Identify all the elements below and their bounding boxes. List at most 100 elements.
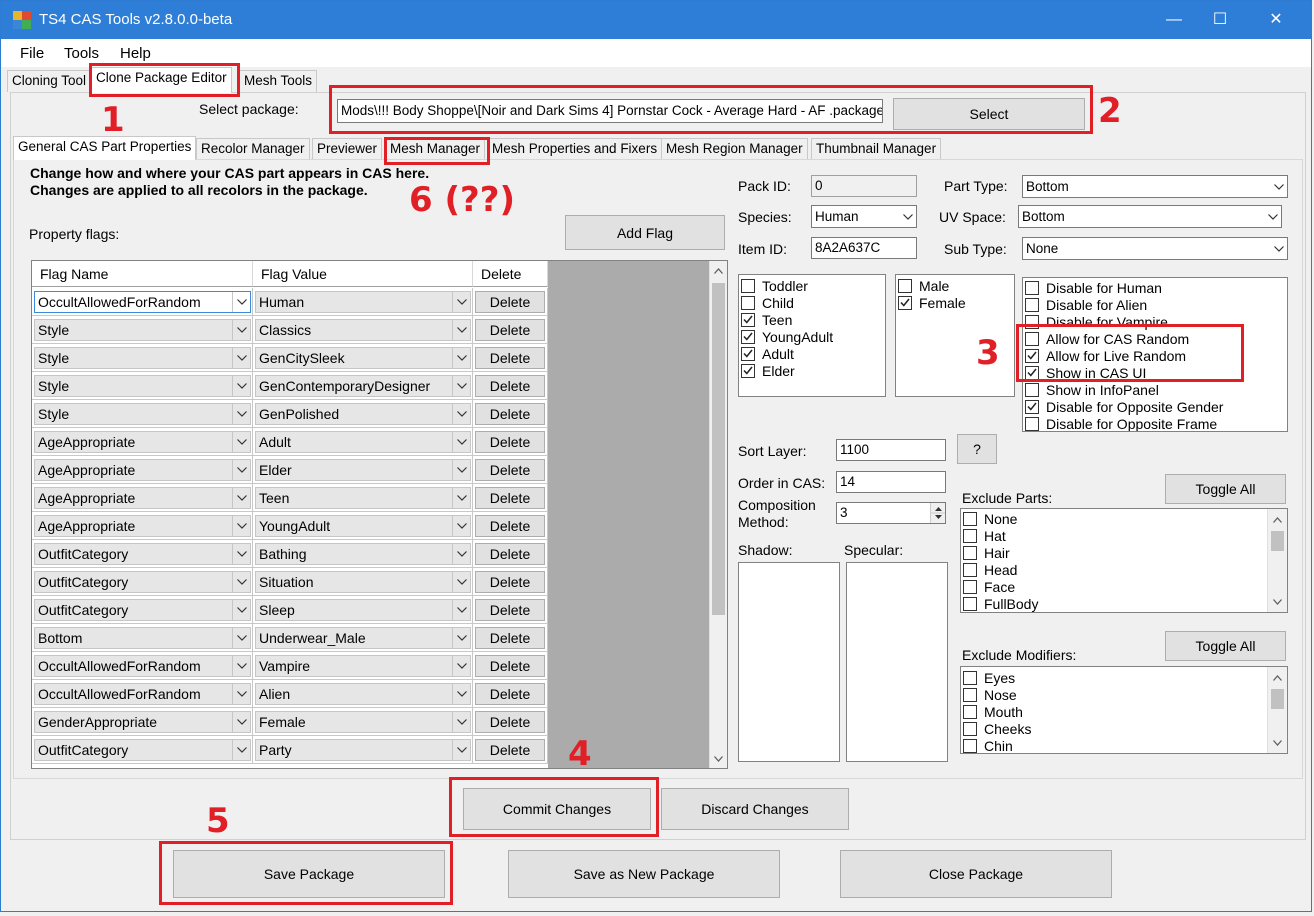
scroll-up-icon[interactable] — [710, 262, 727, 279]
flag-value-select[interactable]: Party — [255, 739, 471, 761]
checkbox-item[interactable]: Hair — [963, 544, 1010, 561]
flag-value-select[interactable]: Situation — [255, 571, 471, 593]
delete-flag-button[interactable]: Delete — [475, 403, 545, 425]
checkbox-item[interactable]: Disable for Alien — [1025, 296, 1147, 313]
maximize-icon[interactable]: ☐ — [1197, 1, 1243, 39]
tab-thumbnail-manager[interactable]: Thumbnail Manager — [811, 138, 942, 160]
checkbox-unchecked-icon[interactable] — [963, 687, 977, 702]
checkbox-item[interactable]: YoungAdult — [741, 328, 833, 345]
delete-flag-button[interactable]: Delete — [475, 291, 545, 313]
flag-name-select[interactable]: OccultAllowedForRandom — [34, 291, 251, 313]
checkbox-item[interactable]: Cheeks — [963, 720, 1031, 737]
scroll-down-icon[interactable] — [1269, 593, 1286, 610]
flag-name-select[interactable]: Style — [34, 319, 251, 341]
exclude-modifiers-scrollbar[interactable] — [1267, 667, 1287, 753]
checkbox-item[interactable]: Teen — [741, 311, 792, 328]
checkbox-unchecked-icon[interactable] — [1025, 280, 1039, 295]
flag-value-select[interactable]: YoungAdult — [255, 515, 471, 537]
stepper-arrows[interactable] — [930, 503, 945, 523]
title-bar[interactable]: TS4 CAS Tools v2.8.0.0-beta — ☐ ✕ — [1, 1, 1311, 39]
menu-tools[interactable]: Tools — [64, 45, 99, 62]
flag-value-select[interactable]: Teen — [255, 487, 471, 509]
delete-flag-button[interactable]: Delete — [475, 711, 545, 733]
checkbox-unchecked-icon[interactable] — [963, 596, 977, 611]
order-in-cas-field[interactable]: 14 — [836, 471, 946, 493]
flag-value-select[interactable]: GenPolished — [255, 403, 471, 425]
column-header-delete[interactable]: Delete — [473, 261, 548, 287]
checkbox-checked-icon[interactable] — [1025, 399, 1039, 414]
flag-name-select[interactable]: GenderAppropriate — [34, 711, 251, 733]
checkbox-checked-icon[interactable] — [1025, 365, 1039, 380]
discard-changes-button[interactable]: Discard Changes — [661, 788, 849, 830]
checkbox-item[interactable]: Female — [898, 294, 966, 311]
checkbox-item[interactable]: None — [963, 510, 1017, 527]
exclude-parts-scrollbar[interactable] — [1267, 509, 1287, 612]
checkbox-unchecked-icon[interactable] — [963, 579, 977, 594]
pack-id-field[interactable]: 0 — [811, 175, 917, 197]
composition-method-stepper[interactable]: 3 — [836, 502, 946, 524]
flag-name-select[interactable]: AgeAppropriate — [34, 431, 251, 453]
flag-name-select[interactable]: OccultAllowedForRandom — [34, 655, 251, 677]
checkbox-checked-icon[interactable] — [741, 312, 755, 327]
checkbox-unchecked-icon[interactable] — [963, 528, 977, 543]
checkbox-unchecked-icon[interactable] — [963, 545, 977, 560]
delete-flag-button[interactable]: Delete — [475, 515, 545, 537]
checkbox-unchecked-icon[interactable] — [898, 278, 912, 293]
uv-space-select[interactable]: Bottom — [1018, 205, 1282, 228]
checkbox-item[interactable]: Disable for Human — [1025, 279, 1162, 296]
flag-value-select[interactable]: Classics — [255, 319, 471, 341]
delete-flag-button[interactable]: Delete — [475, 459, 545, 481]
delete-flag-button[interactable]: Delete — [475, 347, 545, 369]
flag-name-select[interactable]: OutfitCategory — [34, 599, 251, 621]
sort-layer-help-button[interactable]: ? — [957, 434, 997, 464]
checkbox-checked-icon[interactable] — [898, 295, 912, 310]
checkbox-unchecked-icon[interactable] — [1025, 314, 1039, 329]
checkbox-checked-icon[interactable] — [741, 329, 755, 344]
checkbox-item[interactable]: Disable for Vampire — [1025, 313, 1168, 330]
flag-value-select[interactable]: Human — [255, 291, 471, 313]
menu-file[interactable]: File — [20, 45, 44, 62]
close-icon[interactable]: ✕ — [1253, 1, 1299, 39]
tab-cloning-tool[interactable]: Cloning Tool — [7, 70, 91, 92]
checkbox-item[interactable]: Show in InfoPanel — [1025, 381, 1159, 398]
flag-value-select[interactable]: Underwear_Male — [255, 627, 471, 649]
flag-value-select[interactable]: Elder — [255, 459, 471, 481]
checkbox-item[interactable]: Allow for Live Random — [1025, 347, 1186, 364]
flag-name-select[interactable]: OutfitCategory — [34, 739, 251, 761]
checkbox-unchecked-icon[interactable] — [1025, 382, 1039, 397]
checkbox-item[interactable]: Adult — [741, 345, 794, 362]
scroll-thumb[interactable] — [712, 283, 725, 615]
species-select[interactable]: Human — [811, 205, 917, 228]
checkbox-item[interactable]: Chin — [963, 737, 1013, 753]
flag-name-select[interactable]: OutfitCategory — [34, 543, 251, 565]
flag-name-select[interactable]: Bottom — [34, 627, 251, 649]
scroll-down-icon[interactable] — [710, 750, 727, 767]
flag-value-select[interactable]: Bathing — [255, 543, 471, 565]
flag-name-select[interactable]: AgeAppropriate — [34, 487, 251, 509]
save-package-button[interactable]: Save Package — [173, 850, 445, 898]
flag-name-select[interactable]: Style — [34, 403, 251, 425]
delete-flag-button[interactable]: Delete — [475, 739, 545, 761]
delete-flag-button[interactable]: Delete — [475, 683, 545, 705]
flag-value-select[interactable]: Adult — [255, 431, 471, 453]
checkbox-unchecked-icon[interactable] — [963, 511, 977, 526]
checkbox-item[interactable]: Male — [898, 277, 949, 294]
flag-value-select[interactable]: Alien — [255, 683, 471, 705]
checkbox-unchecked-icon[interactable] — [1025, 331, 1039, 346]
part-type-select[interactable]: Bottom — [1022, 175, 1288, 198]
scroll-down-icon[interactable] — [1269, 734, 1286, 751]
flag-value-select[interactable]: Female — [255, 711, 471, 733]
checkbox-unchecked-icon[interactable] — [963, 738, 977, 753]
scroll-thumb[interactable] — [1271, 689, 1284, 709]
item-id-field[interactable]: 8A2A637C — [811, 237, 917, 259]
column-header-flag-value[interactable]: Flag Value — [253, 261, 473, 287]
scroll-up-icon[interactable] — [1269, 511, 1286, 528]
flag-name-select[interactable]: OccultAllowedForRandom — [34, 683, 251, 705]
sort-layer-field[interactable]: 1100 — [836, 439, 946, 461]
checkbox-unchecked-icon[interactable] — [741, 295, 755, 310]
checkbox-item[interactable]: Nose — [963, 686, 1017, 703]
checkbox-item[interactable]: Toddler — [741, 277, 808, 294]
grid-scrollbar[interactable] — [709, 261, 727, 768]
delete-flag-button[interactable]: Delete — [475, 487, 545, 509]
delete-flag-button[interactable]: Delete — [475, 431, 545, 453]
